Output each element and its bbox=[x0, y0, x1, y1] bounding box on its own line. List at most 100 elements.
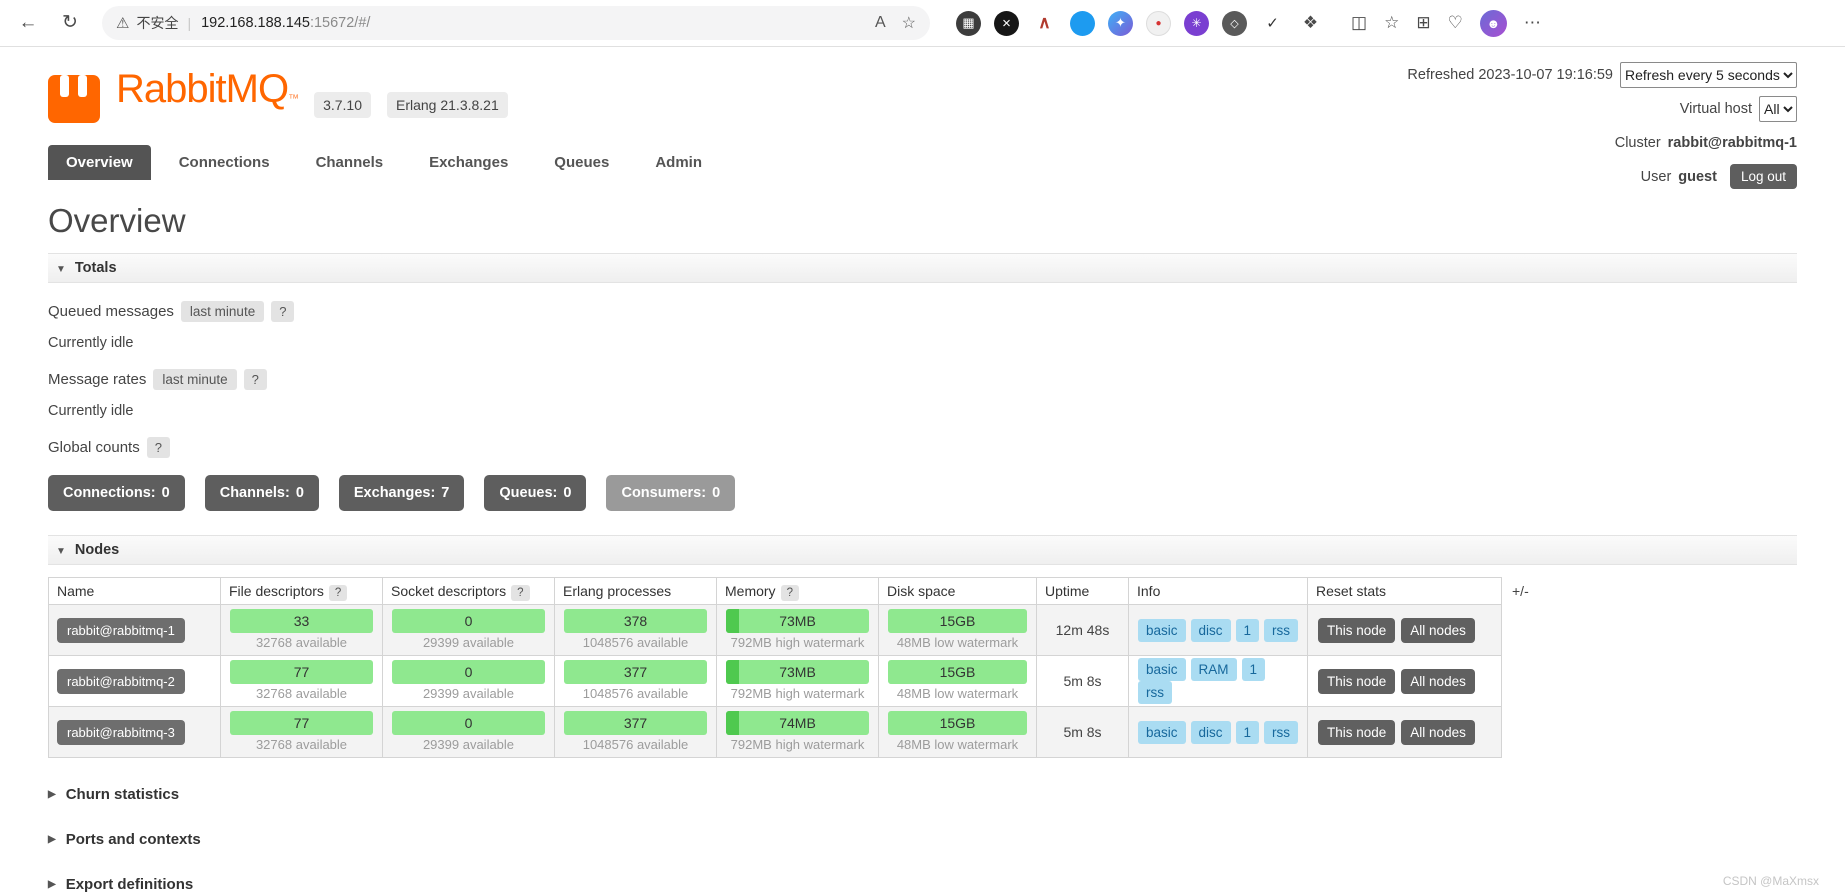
split-screen-icon[interactable]: ◫ bbox=[1351, 13, 1367, 33]
node-row: rabbit@rabbitmq-2 77 32768 available 0 293… bbox=[48, 655, 1502, 707]
close-extension-icon[interactable]: × bbox=[994, 10, 1019, 36]
node-uptime: 5m 8s bbox=[1036, 706, 1129, 758]
channels-counter[interactable]: Channels: 0 bbox=[204, 475, 319, 511]
erlang-version-badge: Erlang 21.3.8.21 bbox=[387, 92, 508, 118]
nodes-table: Name File descriptors? Socket descriptor… bbox=[48, 577, 1502, 758]
back-icon[interactable]: ← bbox=[10, 6, 46, 40]
address-bar[interactable]: ⚠ 不安全 | 192.168.188.145 :15672/#/ A ☆ bbox=[102, 6, 930, 40]
column-picker[interactable]: +/- bbox=[1512, 583, 1529, 599]
rabbitmq-wordmark: RabbitMQ™ bbox=[116, 67, 299, 111]
memory-watermark: 792MB high watermark bbox=[730, 686, 865, 701]
reset-all-nodes-button[interactable]: All nodes bbox=[1401, 617, 1475, 643]
queued-messages-help[interactable]: ? bbox=[271, 301, 295, 322]
global-counters: Connections: 0 Channels: 0 Exchanges: 7 Que… bbox=[48, 475, 1797, 511]
message-rates-label: Message rates bbox=[48, 371, 147, 388]
fd-available: 32768 available bbox=[255, 686, 348, 701]
file-descriptors-help[interactable]: ? bbox=[328, 585, 348, 601]
url-host[interactable]: 192.168.188.145 bbox=[201, 15, 310, 31]
queues-counter[interactable]: Queues: 0 bbox=[484, 475, 587, 511]
tab-channels[interactable]: Channels bbox=[298, 145, 402, 180]
tab-overview[interactable]: Overview bbox=[48, 145, 151, 180]
socket-descriptors-help[interactable]: ? bbox=[511, 585, 530, 601]
flower-extension-icon[interactable]: ✳ bbox=[1184, 10, 1209, 36]
socket-available: 29399 available bbox=[422, 635, 515, 650]
message-rates-window-pill[interactable]: last minute bbox=[153, 369, 237, 390]
trademark: ™ bbox=[288, 93, 299, 105]
profile-avatar[interactable]: ☻ bbox=[1479, 9, 1507, 37]
node-info-badges: basic disc 1 rss bbox=[1128, 604, 1308, 656]
socket-available: 29399 available bbox=[422, 737, 515, 752]
browser-essentials-icon[interactable]: ♡ bbox=[1448, 13, 1463, 33]
bird-extension-icon[interactable] bbox=[1070, 10, 1095, 36]
node-name-badge[interactable]: rabbit@rabbitmq-2 bbox=[57, 668, 185, 694]
tab-admin[interactable]: Admin bbox=[637, 145, 720, 180]
reset-this-node-button[interactable]: This node bbox=[1318, 719, 1396, 745]
virtual-host-label: Virtual host bbox=[1679, 100, 1752, 117]
col-reset-stats: Reset stats bbox=[1307, 577, 1502, 605]
read-aloud-icon[interactable]: A bbox=[875, 14, 886, 32]
info-badge: basic bbox=[1138, 720, 1186, 744]
global-counts-line: Global counts ? bbox=[48, 437, 1797, 458]
col-socket-descriptors: Socket descriptors? bbox=[382, 577, 555, 605]
fd-usage-bar: 33 bbox=[230, 609, 373, 633]
disk-usage-bar: 15GB bbox=[888, 660, 1027, 684]
not-secure-warning-icon[interactable]: ⚠ bbox=[116, 14, 129, 32]
nodes-section-header[interactable]: ▼ Nodes bbox=[48, 535, 1797, 565]
connections-counter[interactable]: Connections: 0 bbox=[48, 475, 185, 511]
caret-extension-icon[interactable]: ∧ bbox=[1032, 11, 1057, 36]
info-badge: basic bbox=[1138, 658, 1186, 681]
exchanges-counter[interactable]: Exchanges: 7 bbox=[338, 475, 465, 511]
info-badge: rss bbox=[1264, 618, 1299, 642]
cluster-label: Cluster bbox=[1614, 134, 1661, 151]
browser-actions: ◫ ☆ ⊞ ♡ ☻ ⋯ bbox=[1351, 9, 1541, 37]
col-name: Name bbox=[48, 577, 221, 605]
refresh-interval-select[interactable]: Refresh every 5 seconds bbox=[1620, 61, 1797, 88]
socket-available: 29399 available bbox=[422, 686, 515, 701]
totals-section-header[interactable]: ▼ Totals bbox=[48, 253, 1797, 283]
tab-exchanges[interactable]: Exchanges bbox=[411, 145, 526, 180]
message-rates-help[interactable]: ? bbox=[243, 369, 267, 390]
consumers-counter: Consumers: 0 bbox=[606, 475, 736, 511]
reset-this-node-button[interactable]: This node bbox=[1318, 617, 1396, 643]
url-path[interactable]: :15672/#/ bbox=[310, 15, 370, 31]
grid-extension-icon[interactable]: ▦ bbox=[956, 10, 981, 36]
reset-stats-cell: This node All nodes bbox=[1307, 604, 1502, 656]
message-rates-status: Currently idle bbox=[48, 403, 134, 419]
churn-statistics-section[interactable]: ▶ Churn statistics bbox=[48, 786, 1797, 803]
export-definitions-section[interactable]: ▶ Export definitions bbox=[48, 876, 1797, 893]
collections-icon[interactable]: ⊞ bbox=[1416, 13, 1430, 33]
settings-menu-icon[interactable]: ⋯ bbox=[1524, 13, 1541, 33]
queued-messages-window-pill[interactable]: last minute bbox=[180, 301, 265, 322]
expand-triangle-icon: ▶ bbox=[48, 789, 56, 800]
memory-help[interactable]: ? bbox=[780, 585, 799, 601]
virtual-host-select[interactable]: All bbox=[1759, 95, 1797, 122]
tab-connections[interactable]: Connections bbox=[161, 145, 288, 180]
expand-triangle-icon: ▶ bbox=[48, 834, 56, 845]
disk-watermark: 48MB low watermark bbox=[896, 686, 1019, 701]
favorites-icon[interactable]: ☆ bbox=[1384, 13, 1399, 33]
fd-available: 32768 available bbox=[255, 635, 348, 650]
info-badge: 1 bbox=[1235, 720, 1260, 744]
record-extension-icon[interactable]: ● bbox=[1146, 10, 1171, 36]
process-available: 1048576 available bbox=[582, 635, 689, 650]
reset-all-nodes-button[interactable]: All nodes bbox=[1401, 668, 1475, 694]
logout-button[interactable]: Log out bbox=[1729, 164, 1797, 189]
pattern-extension-icon[interactable]: ◇ bbox=[1222, 10, 1247, 36]
reset-this-node-button[interactable]: This node bbox=[1318, 668, 1396, 694]
info-badge: RAM bbox=[1190, 658, 1237, 681]
refresh-icon[interactable]: ↻ bbox=[52, 6, 88, 40]
col-info: Info bbox=[1128, 577, 1308, 605]
expand-triangle-icon: ▶ bbox=[48, 879, 56, 890]
node-name-badge[interactable]: rabbit@rabbitmq-1 bbox=[57, 617, 185, 643]
reset-all-nodes-button[interactable]: All nodes bbox=[1401, 719, 1475, 745]
favorite-star-icon[interactable]: ☆ bbox=[902, 13, 916, 33]
reset-stats-cell: This node All nodes bbox=[1307, 706, 1502, 758]
ports-and-contexts-section[interactable]: ▶ Ports and contexts bbox=[48, 831, 1797, 848]
puzzle-extension-icon[interactable]: ❖ bbox=[1298, 11, 1323, 36]
global-counts-help[interactable]: ? bbox=[146, 437, 170, 458]
tab-queues[interactable]: Queues bbox=[536, 145, 627, 180]
check-extension-icon[interactable]: ✓ bbox=[1260, 11, 1285, 36]
node-name-badge[interactable]: rabbit@rabbitmq-3 bbox=[57, 719, 185, 745]
kite-extension-icon[interactable]: ✦ bbox=[1108, 10, 1133, 36]
not-secure-label[interactable]: 不安全 bbox=[136, 13, 178, 33]
